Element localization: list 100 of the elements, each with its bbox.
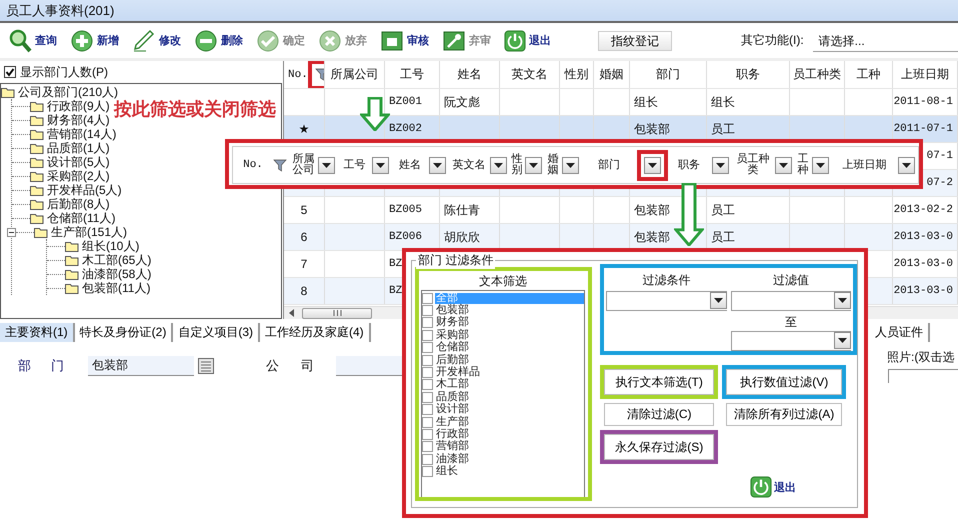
column-header[interactable]: No. bbox=[288, 68, 308, 80]
folder-icon bbox=[65, 254, 79, 266]
table-cell: 7 bbox=[300, 257, 308, 271]
table-cell: 8 bbox=[300, 284, 308, 298]
tree-item[interactable]: 财务部(4人) bbox=[47, 112, 110, 128]
table-row[interactable]: 6 BZ006 胡欣欣 包装部 员工 2013-03-0 bbox=[284, 224, 958, 251]
fingerprint-button[interactable]: 指纹登记 bbox=[598, 30, 672, 50]
toolbar-button[interactable]: 审核 bbox=[378, 28, 431, 52]
search-icon bbox=[8, 28, 32, 52]
filter-dropdown-button[interactable] bbox=[775, 156, 792, 174]
photo-frame[interactable] bbox=[888, 369, 958, 383]
toolbar-button[interactable]: 退出 bbox=[502, 30, 553, 52]
column-header[interactable]: 部门 bbox=[656, 66, 680, 83]
exit-button[interactable]: 退出 bbox=[750, 476, 796, 498]
column-header[interactable]: 职务 bbox=[736, 66, 760, 83]
table-row[interactable]: 5 BZ005 陈仕青 包装部 员工 2013-02-2 bbox=[284, 197, 958, 224]
column-header[interactable]: 上班日期 bbox=[901, 66, 949, 83]
tree-item[interactable]: 采购部(2人) bbox=[47, 168, 110, 184]
list-item[interactable]: 组长 bbox=[422, 465, 584, 478]
dialog-button[interactable]: 永久保存过滤(S) bbox=[604, 434, 714, 460]
list-item[interactable]: 仓储部 bbox=[422, 342, 584, 354]
column-header[interactable]: 英文名 bbox=[512, 66, 548, 83]
tree-item[interactable]: 设计部(5人) bbox=[47, 154, 110, 170]
power-icon bbox=[750, 476, 772, 498]
show-count-checkbox[interactable]: 显示部门人数(P) bbox=[0, 61, 283, 83]
list-item[interactable]: 品质部 bbox=[422, 391, 584, 404]
annotation-caption: 按此筛选或关闭筛选 bbox=[114, 98, 276, 121]
table-cell: 2011-07-1 bbox=[894, 123, 953, 135]
check-icon bbox=[256, 28, 280, 52]
column-header[interactable]: 所属公司 bbox=[330, 66, 378, 83]
list-item[interactable]: 生产部 bbox=[422, 416, 584, 428]
filter-dropdown-button[interactable] bbox=[644, 156, 661, 174]
filter-dropdown-button[interactable] bbox=[898, 156, 915, 174]
caret-icon bbox=[566, 162, 575, 168]
table-cell: 2011-08-1 bbox=[894, 96, 953, 108]
department-field[interactable]: 包装部 bbox=[88, 356, 194, 376]
column-header: 员工种类 bbox=[736, 154, 770, 176]
list-item[interactable]: 财务部 bbox=[422, 316, 584, 330]
list-item[interactable]: 采购部 bbox=[422, 329, 584, 342]
tree-item[interactable]: 开发样品(5人) bbox=[47, 182, 122, 198]
tree-item[interactable]: 公司及部门(210人) bbox=[18, 84, 118, 100]
tree-item[interactable]: 组长(10人) bbox=[82, 238, 140, 254]
list-item[interactable]: 油漆部 bbox=[422, 453, 584, 466]
dialog-button[interactable]: 清除所有列过滤(A) bbox=[726, 403, 842, 426]
condition-select[interactable] bbox=[606, 291, 727, 311]
filter-dropdown-button[interactable] bbox=[372, 156, 389, 174]
column-header[interactable]: 婚姻 bbox=[600, 66, 624, 83]
tree-item[interactable]: 生产部(151人) bbox=[51, 224, 128, 240]
table-row[interactable]: BZ001 阮文彪 组长 组长 2011-08-1 bbox=[284, 89, 958, 116]
list-item[interactable]: 开发样品 bbox=[422, 366, 584, 379]
value-select[interactable] bbox=[730, 291, 851, 311]
filter-dropdown-button[interactable] bbox=[812, 156, 829, 174]
tree-item[interactable]: 后勤部(8人) bbox=[47, 196, 110, 212]
tree-item[interactable]: 营销部(14人) bbox=[47, 126, 116, 142]
folder-icon bbox=[30, 142, 44, 154]
scroll-thumb[interactable] bbox=[302, 308, 372, 318]
column-header[interactable]: 员工种类 bbox=[793, 66, 841, 83]
filter-dropdown-button[interactable] bbox=[429, 156, 446, 174]
collapse-toggle[interactable] bbox=[7, 228, 16, 236]
filter-dropdown-button[interactable] bbox=[712, 156, 729, 174]
toolbar-button[interactable]: 查询 bbox=[6, 28, 59, 52]
column-header: 婚姻 bbox=[546, 154, 560, 176]
tree-item[interactable]: 行政部(9人) bbox=[47, 98, 110, 114]
tab[interactable]: 主要资料(1) bbox=[0, 323, 75, 342]
list-item[interactable]: 木工部 bbox=[422, 378, 584, 392]
caret-icon bbox=[648, 162, 657, 168]
dialog-button[interactable]: 清除过滤(C) bbox=[604, 403, 714, 426]
table-icon[interactable] bbox=[198, 358, 214, 374]
toolbar-button[interactable]: 删除 bbox=[192, 28, 245, 52]
toolbar-button[interactable]: 新增 bbox=[68, 28, 121, 52]
tree-item[interactable]: 油漆部(58人) bbox=[82, 266, 152, 282]
filter-dropdown-button[interactable] bbox=[490, 156, 507, 174]
tree-item[interactable]: 包装部(11人) bbox=[82, 280, 150, 296]
column-header[interactable]: 工号 bbox=[400, 66, 424, 83]
value-select[interactable] bbox=[730, 331, 851, 351]
list-item[interactable]: 设计部 bbox=[422, 404, 584, 416]
list-item[interactable]: 营销部 bbox=[422, 440, 584, 454]
tree-item[interactable]: 仓储部(11人) bbox=[47, 210, 116, 226]
left-arrow-icon[interactable] bbox=[288, 309, 296, 317]
filter-dropdown-button[interactable] bbox=[318, 156, 335, 174]
column-header[interactable]: 姓名 bbox=[458, 66, 482, 83]
plus-icon bbox=[70, 28, 94, 52]
tree-item[interactable]: 品质部(1人) bbox=[47, 140, 110, 156]
dialog-button[interactable]: 执行文本筛选(T) bbox=[604, 369, 714, 395]
list-item[interactable]: 包装部 bbox=[422, 304, 584, 317]
column-header[interactable]: 工种 bbox=[856, 66, 880, 83]
dialog-button[interactable]: 执行数值过滤(V) bbox=[726, 369, 842, 395]
filter-dropdown-button[interactable] bbox=[525, 156, 542, 174]
list-item[interactable]: 行政部 bbox=[422, 428, 584, 441]
function-select[interactable]: 请选择... bbox=[812, 30, 958, 52]
caret-icon bbox=[779, 162, 788, 168]
list-item[interactable]: 后勤部 bbox=[422, 354, 584, 366]
toolbar-button[interactable]: 修改 bbox=[130, 28, 183, 52]
folder-icon bbox=[65, 282, 79, 294]
folder-icon bbox=[30, 100, 44, 112]
filter-dropdown-button[interactable] bbox=[562, 156, 579, 174]
tree-item[interactable]: 木工部(65人) bbox=[82, 252, 152, 268]
filter-icon[interactable] bbox=[273, 158, 287, 172]
caret-icon bbox=[838, 298, 847, 303]
column-header[interactable]: 性别 bbox=[564, 66, 588, 83]
